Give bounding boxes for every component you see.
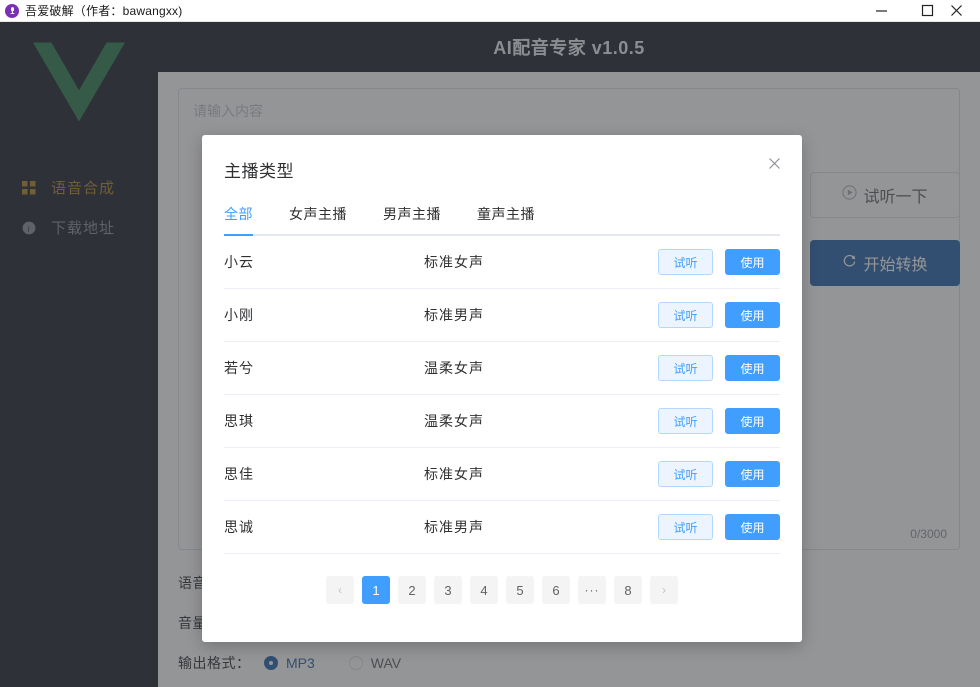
pagination-next[interactable]: › [650,576,678,604]
voice-type: 标准女声 [424,254,484,270]
pagination: ‹ 1 2 3 4 5 6 ··· 8 › [202,576,802,604]
voice-type: 标准女声 [424,466,484,482]
table-row: 小云 标准女声 试听 使用 [224,236,780,289]
try-button[interactable]: 试听 [658,302,713,328]
use-button[interactable]: 使用 [725,461,780,487]
table-row: 思诚 标准男声 试听 使用 [224,501,780,554]
try-button[interactable]: 试听 [658,355,713,381]
pagination-page-3[interactable]: 3 [434,576,462,604]
row-actions: 试听 使用 [658,408,780,434]
row-actions: 试听 使用 [658,461,780,487]
pagination-page-4[interactable]: 4 [470,576,498,604]
pagination-prev[interactable]: ‹ [326,576,354,604]
voice-type: 温柔女声 [424,360,484,376]
modal-header: 主播类型 [202,135,802,182]
modal-tabs: 全部 女声主播 男声主播 童声主播 [224,204,780,236]
pagination-page-5[interactable]: 5 [506,576,534,604]
table-row: 思琪 温柔女声 试听 使用 [224,395,780,448]
close-button[interactable] [950,0,980,22]
voice-name: 小刚 [224,307,254,323]
try-button[interactable]: 试听 [658,461,713,487]
table-row: 小刚 标准男声 试听 使用 [224,289,780,342]
tab-male-anchor[interactable]: 男声主播 [383,204,441,234]
pagination-ellipsis[interactable]: ··· [578,576,606,604]
pagination-page-1[interactable]: 1 [362,576,390,604]
tab-all[interactable]: 全部 [224,204,253,236]
title-bar: 吾爱破解（作者：bawangxx) [0,0,980,22]
use-button[interactable]: 使用 [725,249,780,275]
close-icon[interactable] [764,153,784,173]
use-button[interactable]: 使用 [725,355,780,381]
table-row: 若兮 温柔女声 试听 使用 [224,342,780,395]
modal-title: 主播类型 [224,162,294,181]
use-button[interactable]: 使用 [725,514,780,540]
try-button[interactable]: 试听 [658,514,713,540]
microphone-circle-icon [5,3,19,18]
try-button[interactable]: 试听 [658,408,713,434]
use-button[interactable]: 使用 [725,302,780,328]
tab-female-anchor[interactable]: 女声主播 [289,204,347,234]
anchor-type-modal: 主播类型 全部 女声主播 男声主播 童声主播 小云 标准女声 试听 使用 小刚 [202,135,802,642]
row-actions: 试听 使用 [658,355,780,381]
voice-type: 温柔女声 [424,413,484,429]
voice-name: 小云 [224,254,254,270]
row-actions: 试听 使用 [658,249,780,275]
window-title: 吾爱破解（作者：bawangxx) [25,4,183,18]
voice-type: 标准男声 [424,307,484,323]
voice-name: 思琪 [224,413,254,429]
use-button[interactable]: 使用 [725,408,780,434]
tab-child-anchor[interactable]: 童声主播 [477,204,535,234]
pagination-page-8[interactable]: 8 [614,576,642,604]
application-window: 吾爱破解（作者：bawangxx) 语音合成 [0,0,980,687]
voice-name: 思佳 [224,466,254,482]
voice-list: 小云 标准女声 试听 使用 小刚 标准男声 试听 使用 若兮 温柔女声 试听 使… [224,236,780,554]
try-button[interactable]: 试听 [658,249,713,275]
maximize-button[interactable] [904,0,950,22]
minimize-button[interactable] [858,0,904,22]
voice-type: 标准男声 [424,519,484,535]
row-actions: 试听 使用 [658,302,780,328]
table-row: 思佳 标准女声 试听 使用 [224,448,780,501]
voice-name: 若兮 [224,360,254,376]
pagination-page-6[interactable]: 6 [542,576,570,604]
row-actions: 试听 使用 [658,514,780,540]
voice-name: 思诚 [224,519,254,535]
pagination-page-2[interactable]: 2 [398,576,426,604]
